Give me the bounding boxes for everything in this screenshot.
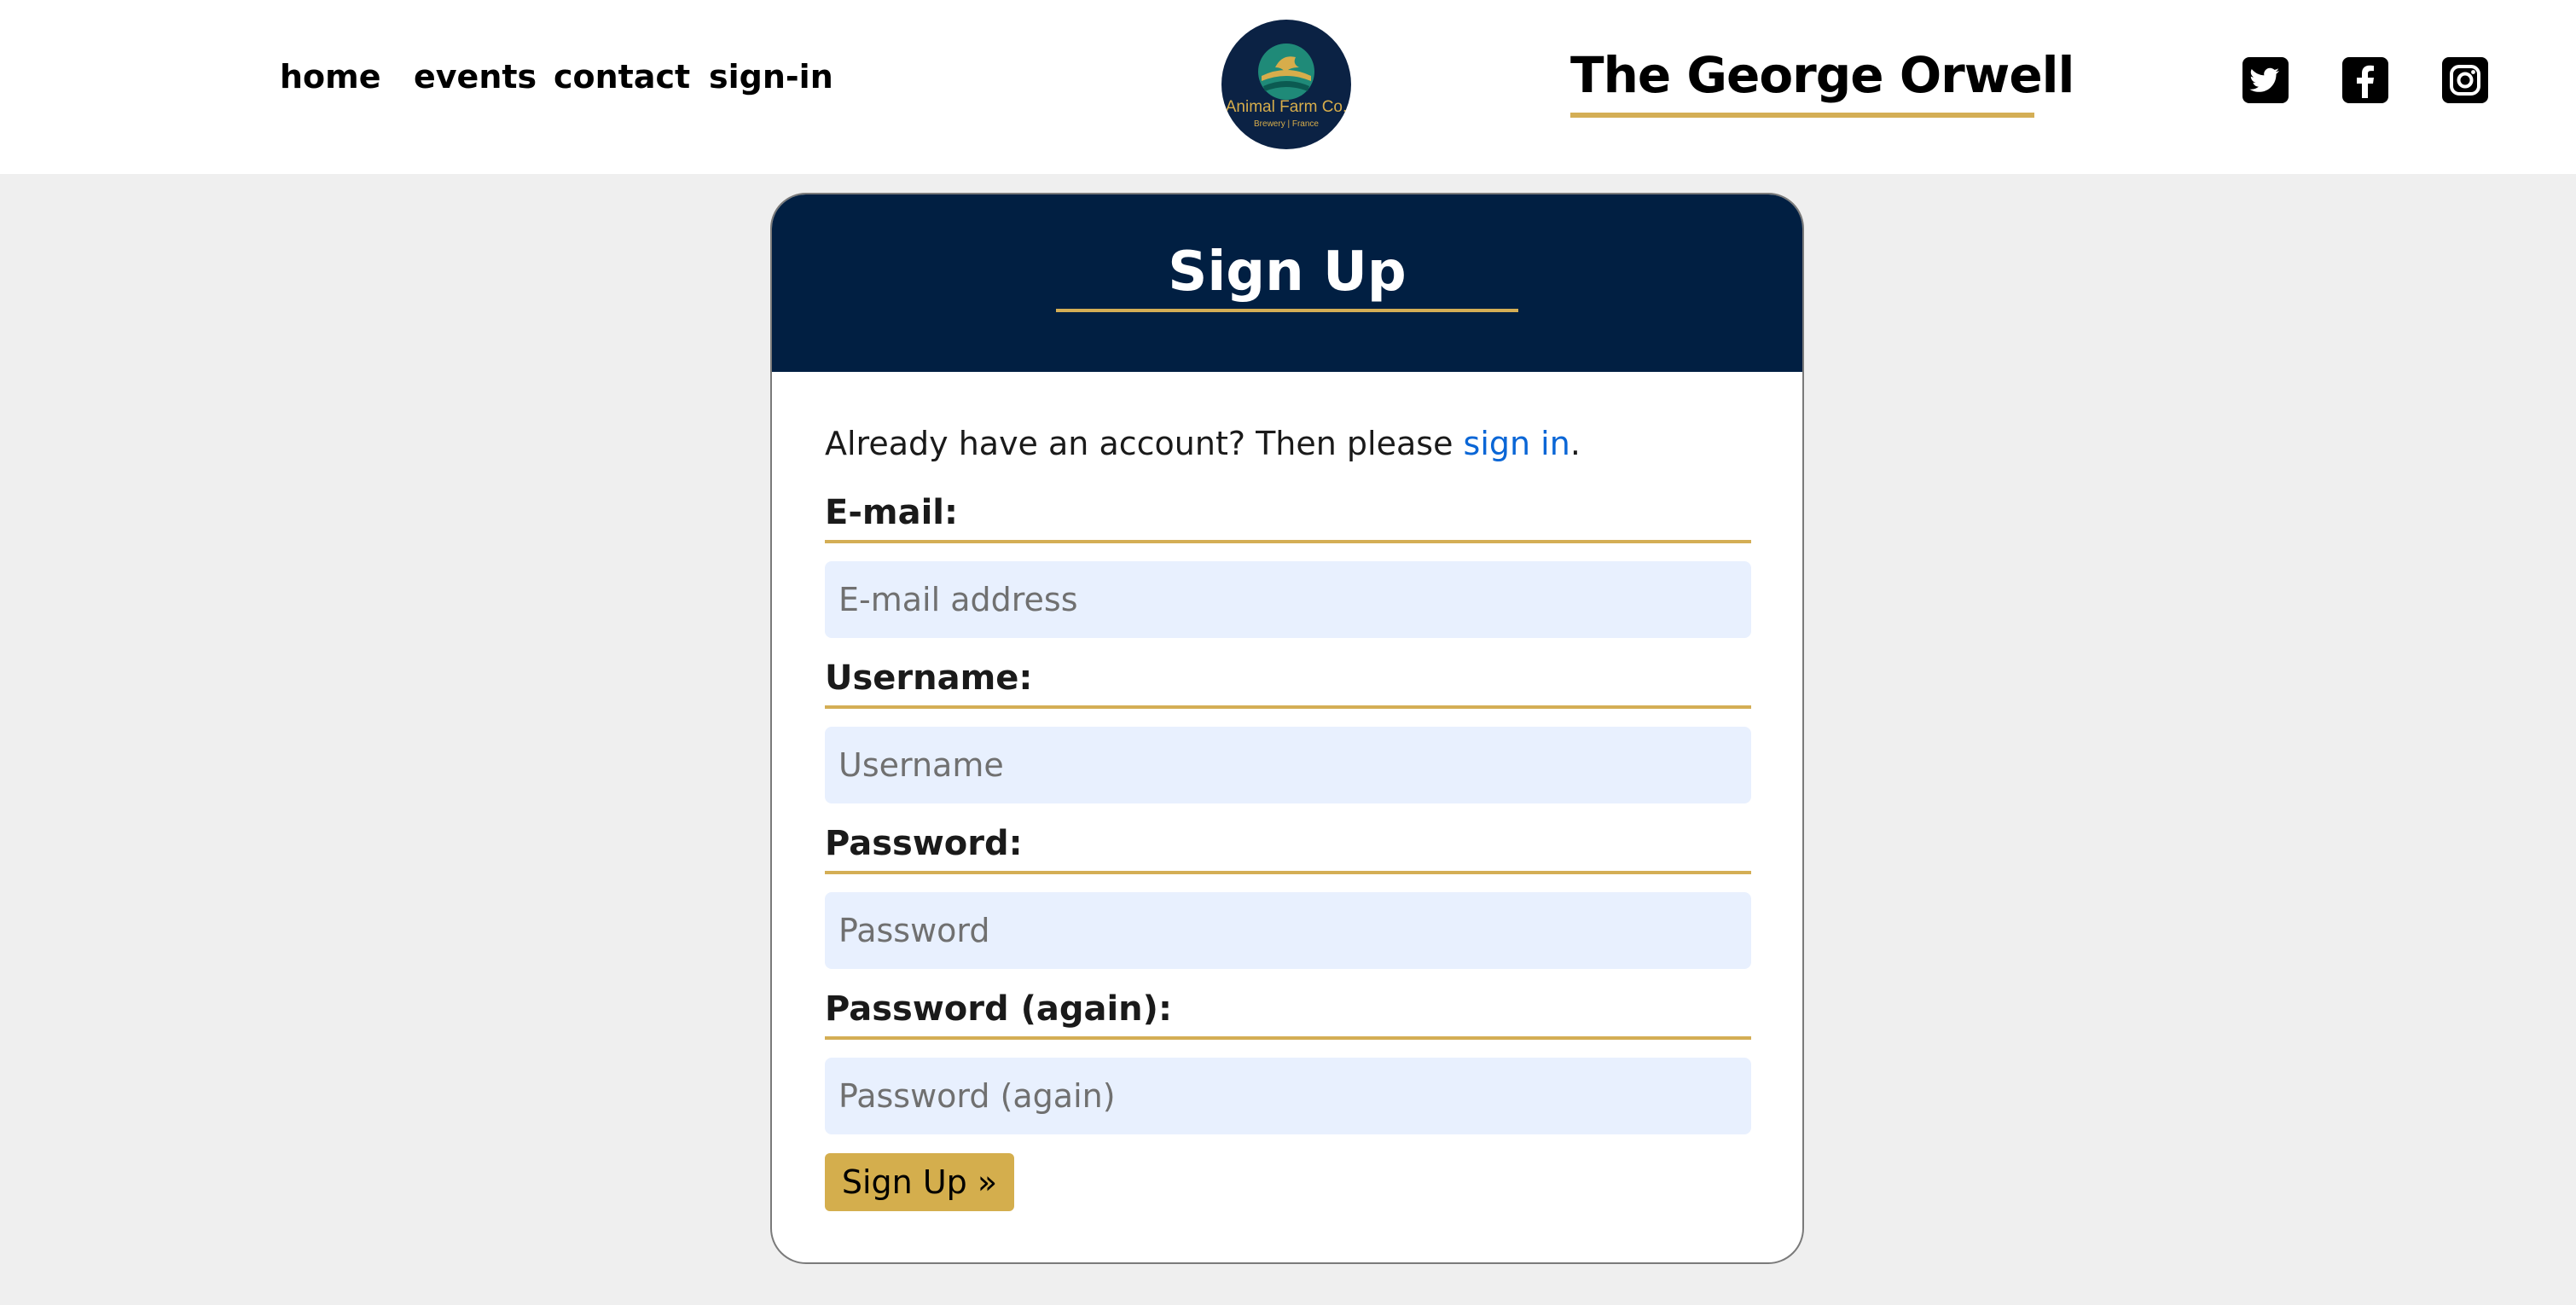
logo-emblem-icon: [1258, 44, 1314, 100]
password-field[interactable]: [825, 892, 1751, 969]
sign-up-button[interactable]: Sign Up »: [825, 1153, 1014, 1211]
site-title-underline: [1570, 113, 2034, 118]
username-field[interactable]: [825, 727, 1751, 803]
signup-title: Sign Up: [1168, 241, 1407, 304]
site-header: home events contact sign-in Animal Farm …: [0, 0, 2576, 174]
signup-card-header: Sign Up: [772, 194, 1802, 372]
password-again-label: Password (again):: [825, 989, 1172, 1029]
instagram-icon[interactable]: [2442, 57, 2488, 103]
site-title: The George Orwell: [1570, 46, 2074, 104]
email-field[interactable]: [825, 561, 1751, 638]
signin-prompt-end: .: [1569, 425, 1581, 462]
nav-events[interactable]: events: [414, 58, 537, 96]
nav-sign-in[interactable]: sign-in: [709, 58, 833, 96]
signin-prompt-text: Already have an account? Then please: [825, 425, 1464, 462]
password-label: Password:: [825, 824, 1023, 863]
nav-contact[interactable]: contact: [554, 58, 690, 96]
logo-brand-text: Animal Farm Co.: [1225, 98, 1348, 116]
username-label-rule: [825, 705, 1751, 709]
email-label: E-mail:: [825, 493, 959, 532]
logo-subtitle: Brewery | France: [1254, 119, 1319, 129]
password-again-label-rule: [825, 1036, 1751, 1040]
brand-logo[interactable]: Animal Farm Co. Brewery | France: [1221, 20, 1351, 149]
signin-prompt: Already have an account? Then please sig…: [825, 425, 1581, 462]
email-label-rule: [825, 540, 1751, 543]
username-label: Username:: [825, 658, 1033, 698]
sign-in-link[interactable]: sign in: [1464, 425, 1570, 462]
facebook-icon[interactable]: [2342, 57, 2388, 103]
nav-home[interactable]: home: [280, 58, 381, 96]
signup-title-underline: [1056, 309, 1518, 312]
signup-card: Sign Up Already have an account? Then pl…: [770, 193, 1804, 1264]
twitter-icon[interactable]: [2242, 57, 2289, 103]
password-again-field[interactable]: [825, 1058, 1751, 1134]
password-label-rule: [825, 871, 1751, 874]
